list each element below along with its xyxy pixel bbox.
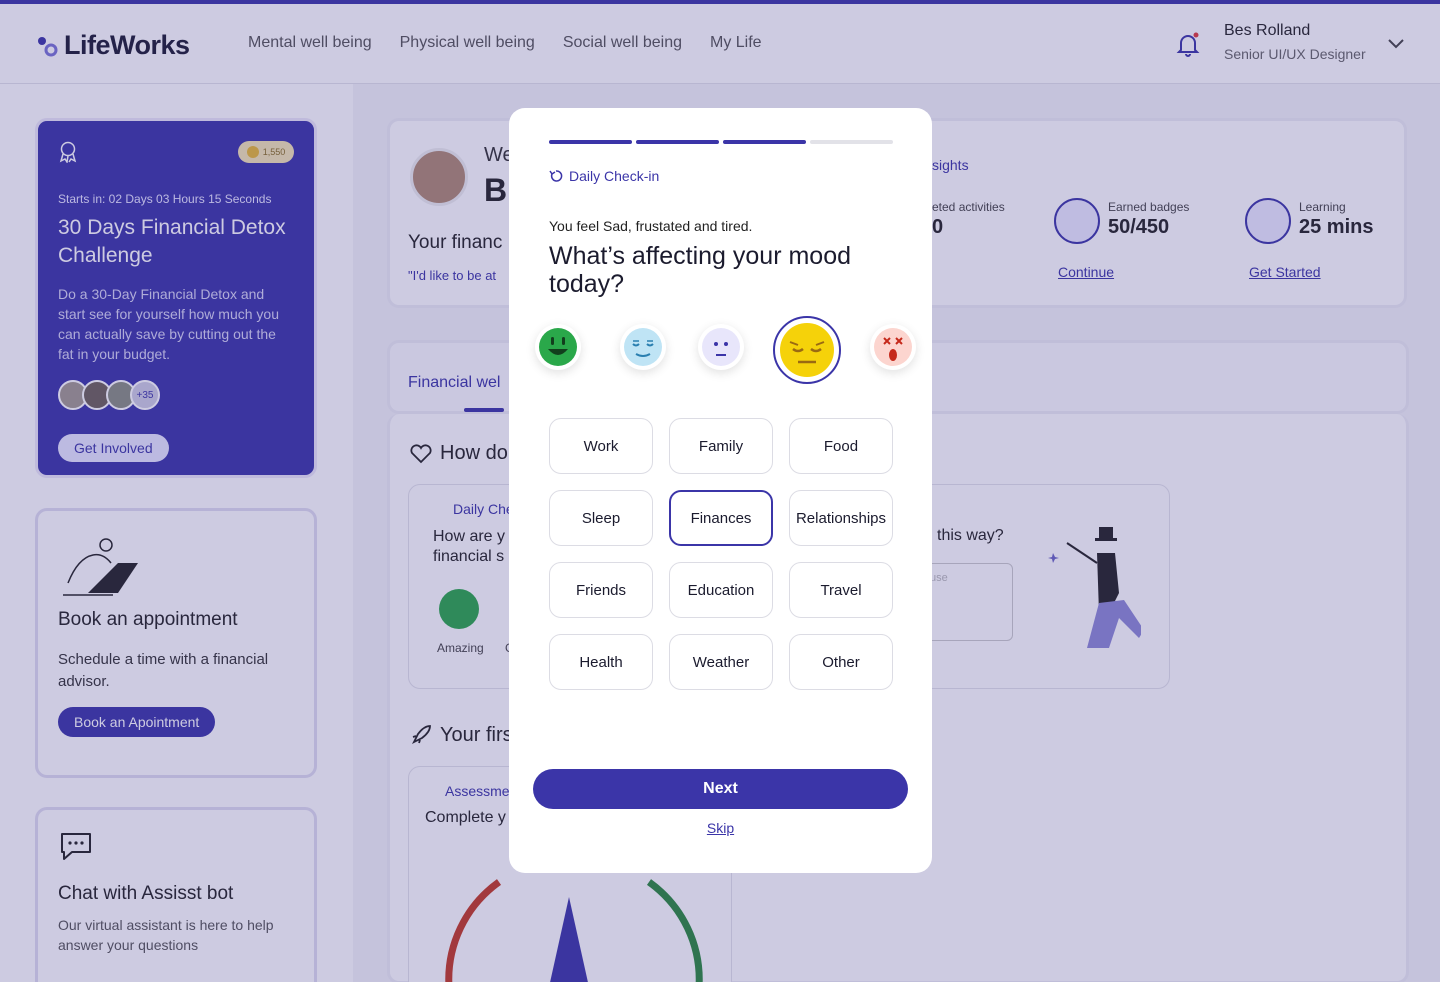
option-sleep[interactable]: Sleep: [549, 490, 653, 546]
option-work[interactable]: Work: [549, 418, 653, 474]
mood-upset-button[interactable]: [870, 324, 916, 370]
next-button[interactable]: Next: [533, 769, 908, 809]
checkin-header: Daily Check-in: [549, 168, 659, 184]
mood-factor-options: Work Family Food Sleep Finances Relation…: [549, 418, 893, 690]
shocked-face-icon: [874, 328, 912, 366]
mood-neutral-button[interactable]: [698, 324, 744, 370]
option-other[interactable]: Other: [789, 634, 893, 690]
feeling-summary: You feel Sad, frustated and tired.: [549, 218, 753, 234]
progress-step: [549, 140, 632, 144]
option-travel[interactable]: Travel: [789, 562, 893, 618]
sad-face-icon: [780, 323, 834, 377]
happy-face-icon: [539, 328, 577, 366]
option-friends[interactable]: Friends: [549, 562, 653, 618]
mood-selector: [533, 316, 916, 400]
mood-question: What’s affecting your mood today?: [549, 242, 852, 298]
option-health[interactable]: Health: [549, 634, 653, 690]
progress-steps: [549, 140, 893, 144]
checkin-label: Daily Check-in: [569, 168, 660, 184]
mood-sad-button[interactable]: [773, 316, 841, 384]
progress-step: [810, 140, 893, 144]
progress-step: [723, 140, 806, 144]
option-family[interactable]: Family: [669, 418, 773, 474]
option-finances[interactable]: Finances: [669, 490, 773, 546]
calm-face-icon: [624, 328, 662, 366]
mood-amazing-button[interactable]: [535, 324, 581, 370]
option-education[interactable]: Education: [669, 562, 773, 618]
timer-icon: [549, 170, 563, 182]
option-food[interactable]: Food: [789, 418, 893, 474]
neutral-face-icon: [702, 328, 740, 366]
mood-calm-button[interactable]: [620, 324, 666, 370]
option-relationships[interactable]: Relationships: [789, 490, 893, 546]
daily-checkin-modal: Daily Check-in You feel Sad, frustated a…: [509, 108, 932, 873]
option-weather[interactable]: Weather: [669, 634, 773, 690]
skip-link[interactable]: Skip: [509, 820, 932, 836]
progress-step: [636, 140, 719, 144]
